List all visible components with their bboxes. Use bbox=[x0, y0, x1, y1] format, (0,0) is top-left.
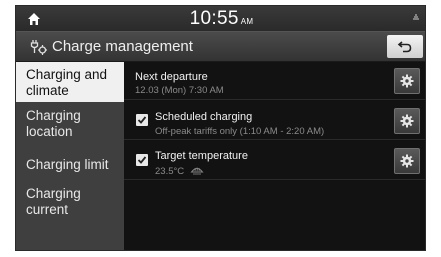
gear-icon bbox=[400, 154, 414, 168]
sidebar: Charging and climate Charging location C… bbox=[16, 62, 124, 250]
scheduled-charging-settings-button[interactable] bbox=[394, 108, 420, 134]
back-arrow-icon bbox=[397, 41, 412, 53]
page-title: Charge management bbox=[52, 38, 193, 55]
charge-management-icon bbox=[30, 40, 47, 55]
target-temperature-value: 23.5°C bbox=[155, 166, 185, 177]
status-bar: 10:55 AM bbox=[16, 6, 425, 32]
signal-icon bbox=[413, 14, 419, 20]
sidebar-item-charging-location[interactable]: Charging location bbox=[16, 108, 116, 148]
scheduled-charging-label: Scheduled charging bbox=[155, 111, 253, 123]
scheduled-charging-checkbox[interactable] bbox=[136, 114, 148, 126]
gear-icon bbox=[400, 74, 414, 88]
sidebar-item-label: Charging current bbox=[26, 186, 81, 217]
settings-list: Next departure 12.03 (Mon) 7:30 AM Sched… bbox=[124, 62, 425, 250]
check-icon bbox=[137, 156, 147, 164]
back-button[interactable] bbox=[387, 35, 423, 58]
sidebar-item-label: Charging location bbox=[26, 108, 81, 139]
clock-time: 10:55 bbox=[189, 8, 239, 29]
target-temperature-checkbox[interactable] bbox=[136, 154, 148, 166]
target-temperature-label: Target temperature bbox=[155, 150, 248, 162]
defrost-icon bbox=[190, 167, 204, 175]
clock-ampm: AM bbox=[240, 17, 254, 26]
title-bar: Charge management bbox=[16, 32, 425, 62]
scheduled-charging-row[interactable]: Scheduled charging Off-peak tariffs only… bbox=[124, 102, 425, 140]
next-departure-settings-button[interactable] bbox=[394, 68, 420, 94]
head-unit-screen: 10:55 AM Charge management Charging and c… bbox=[15, 5, 426, 251]
next-departure-label: Next departure bbox=[135, 71, 208, 83]
sidebar-item-charging-current[interactable]: Charging current bbox=[16, 186, 116, 226]
check-icon bbox=[137, 116, 147, 124]
sidebar-item-charging-limit[interactable]: Charging limit bbox=[16, 154, 124, 176]
sidebar-item-charging-and-climate[interactable]: Charging and climate bbox=[16, 62, 124, 102]
next-departure-row[interactable]: Next departure 12.03 (Mon) 7:30 AM bbox=[124, 62, 425, 100]
sidebar-item-label: Charging limit bbox=[26, 157, 109, 172]
clock: 10:55 AM bbox=[16, 8, 425, 30]
scheduled-charging-detail: Off-peak tariffs only (1:10 AM - 2:20 AM… bbox=[155, 126, 325, 137]
target-temperature-settings-button[interactable] bbox=[394, 148, 420, 174]
gear-icon bbox=[400, 114, 414, 128]
sidebar-item-label: Charging and climate bbox=[26, 67, 108, 98]
target-temperature-row[interactable]: Target temperature 23.5°C bbox=[124, 142, 425, 180]
next-departure-detail: 12.03 (Mon) 7:30 AM bbox=[135, 85, 224, 96]
target-temperature-detail-row: 23.5°C bbox=[155, 165, 204, 177]
